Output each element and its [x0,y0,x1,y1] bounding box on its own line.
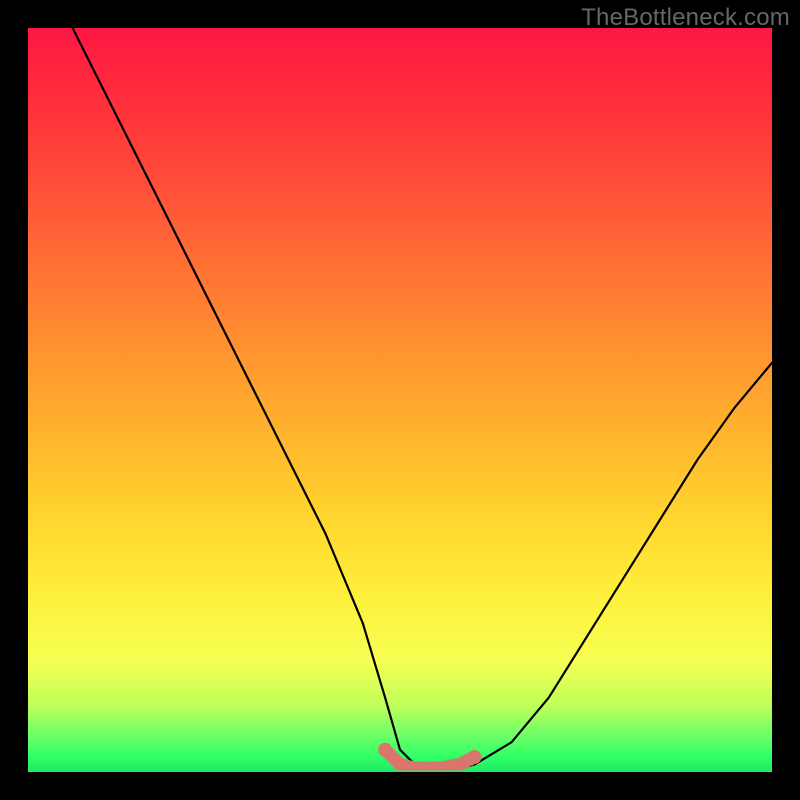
curve-svg [28,28,772,772]
chart-frame: TheBottleneck.com [0,0,800,800]
bottleneck-curve [73,28,772,768]
bottom-highlight-band [385,750,474,769]
highlight-end-right [467,750,481,764]
highlight-end-left [378,743,392,757]
plot-area [28,28,772,772]
